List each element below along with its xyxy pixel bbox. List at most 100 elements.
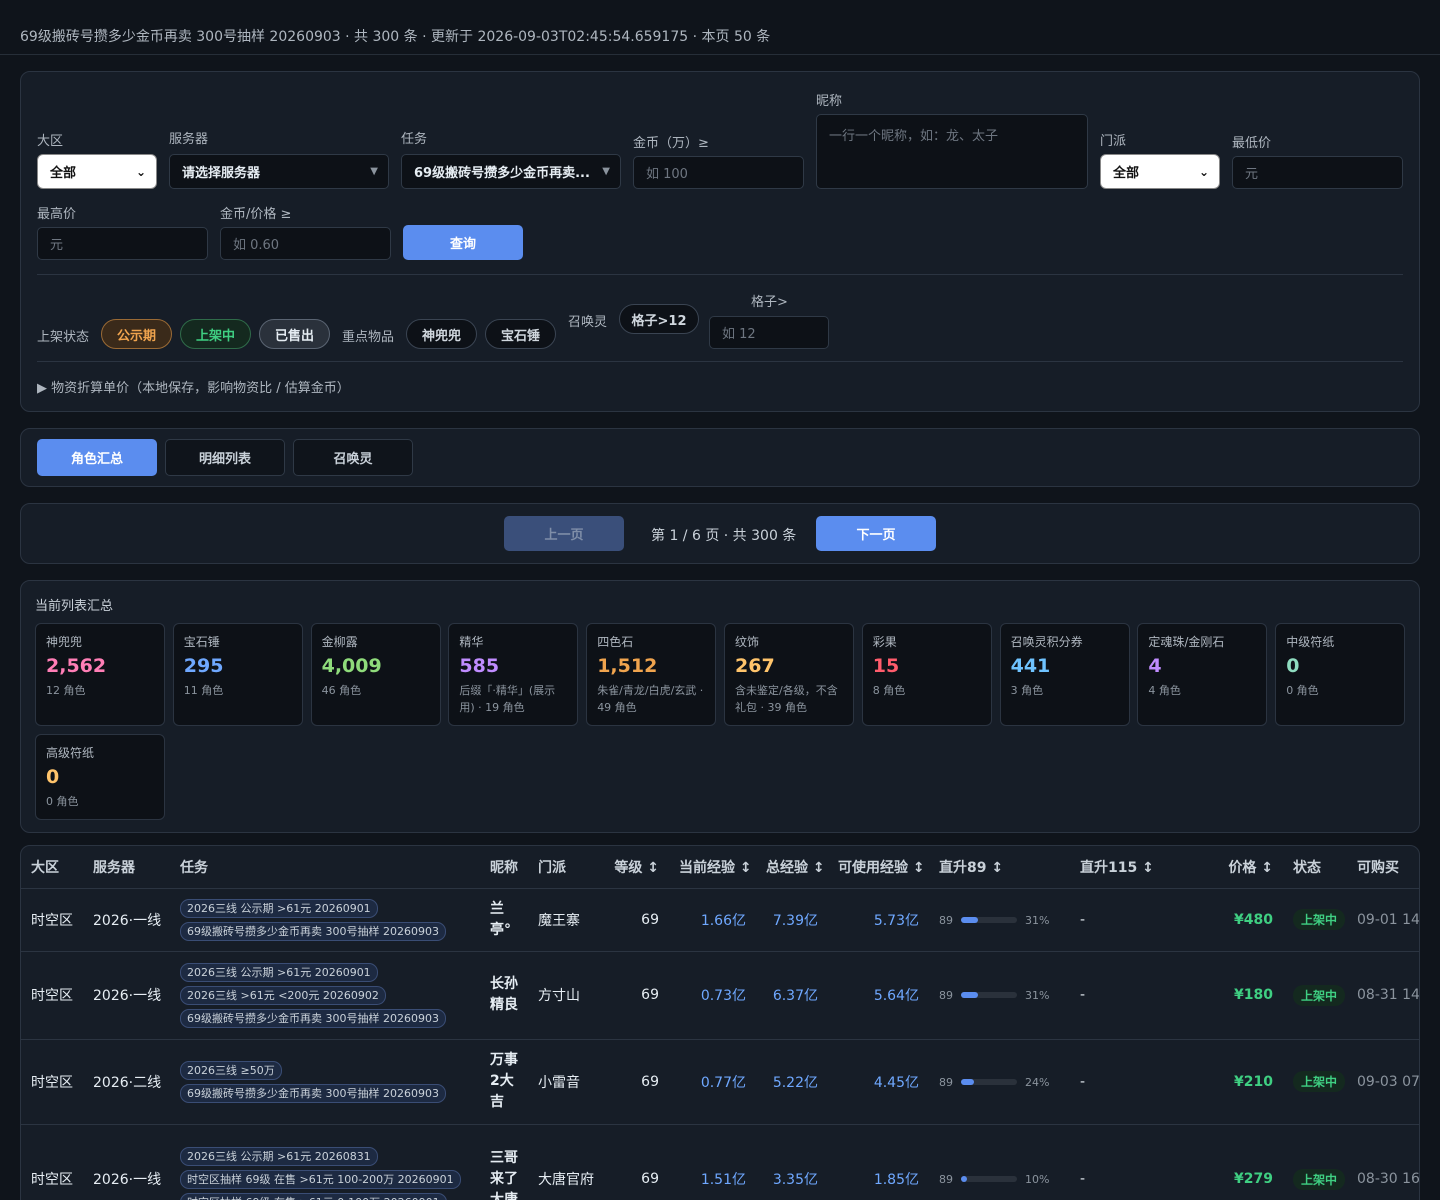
task-tag[interactable]: 2026三线 公示期 >61元 20260831 xyxy=(180,1146,378,1166)
col-cur-exp-sort[interactable]: 当前经验 ↕ xyxy=(669,846,756,889)
cell-level: 69 xyxy=(604,1039,669,1125)
region-select[interactable]: 全部 ⌄ xyxy=(37,154,157,189)
cell-region: 时空区 xyxy=(21,1124,83,1200)
cell-price: ¥210 xyxy=(1210,1039,1283,1125)
task-tag[interactable]: 2026三线 公示期 >61元 20260901 xyxy=(180,898,378,918)
item-chip-baoshichui[interactable]: 宝石锤 xyxy=(485,319,556,349)
stat-name: 宝石锤 xyxy=(183,635,220,649)
cell-school: 大唐官府 xyxy=(528,1124,604,1200)
col-task: 任务 xyxy=(170,846,480,889)
cell-price: ¥279 xyxy=(1210,1124,1283,1200)
gold-input[interactable]: 如 100 xyxy=(633,156,804,189)
summon-grid-chip[interactable]: 格子>12 xyxy=(619,304,699,334)
nick-line: 精良 xyxy=(490,997,518,1013)
status-public-chip[interactable]: 公示期 xyxy=(101,319,172,349)
status-onsale-chip[interactable]: 上架中 xyxy=(180,319,251,349)
task-select[interactable]: 69级搬砖号攒多少金币再卖... ▼ xyxy=(401,154,621,189)
school-select[interactable]: 全部 ⌄ xyxy=(1100,154,1220,189)
min-price-input[interactable]: 元 xyxy=(1232,156,1403,189)
chevron-down-icon: ⌄ xyxy=(1198,164,1209,179)
stat-name: 高级符纸 xyxy=(46,746,95,760)
stat-card: 金柳露 4,009 46 角色 xyxy=(310,623,441,726)
nick-textarea[interactable]: 一行一个昵称，如：龙、太子 xyxy=(816,114,1088,189)
tab-role-summary[interactable]: 角色汇总 xyxy=(37,439,157,476)
server-select[interactable]: 请选择服务器 ▼ xyxy=(169,154,389,189)
cell-up115: - xyxy=(1070,951,1210,1040)
cell-total-exp: 7.39亿 xyxy=(756,888,828,952)
status-badge: 上架中 xyxy=(1293,1168,1346,1190)
stat-name: 召唤灵积分券 xyxy=(1010,635,1083,649)
cell-level: 69 xyxy=(604,951,669,1040)
col-level-sort[interactable]: 等级 ↕ xyxy=(604,846,669,889)
task-tag[interactable]: 2026三线 公示期 >61元 20260901 xyxy=(180,962,378,982)
cell-server: 2026·二线 xyxy=(83,1039,170,1125)
stat-subtext: 11 角色 xyxy=(183,684,224,697)
tab-summon[interactable]: 召唤灵 xyxy=(293,439,413,476)
stat-card: 召唤灵积分券 441 3 角色 xyxy=(999,623,1130,726)
col-up115-sort[interactable]: 直升115 ↕ xyxy=(1070,846,1210,889)
task-tag[interactable]: 时空区抽样 69级 在售 >61元 100-200万 20260901 xyxy=(180,1169,461,1189)
items-label: 重点物品 xyxy=(342,330,395,345)
school-select-value: 全部 xyxy=(1113,166,1140,181)
up89-percent: 31% xyxy=(1025,989,1050,1002)
col-usable-exp-sort[interactable]: 可使用经验 ↕ xyxy=(828,846,929,889)
cell-price: ¥180 xyxy=(1210,951,1283,1040)
divider xyxy=(37,274,1403,275)
nick-textarea-placeholder: 一行一个昵称，如：龙、太子 xyxy=(829,129,999,144)
cell-price: ¥480 xyxy=(1210,888,1283,952)
tab-detail-list[interactable]: 明细列表 xyxy=(165,439,285,476)
max-price-input[interactable]: 元 xyxy=(37,227,208,260)
max-price-label: 最高价 xyxy=(37,207,77,222)
pagination: 上一页 第 1 / 6 页 · 共 300 条 下一页 xyxy=(20,503,1420,564)
col-school: 门派 xyxy=(528,846,604,889)
query-button[interactable]: 查询 xyxy=(403,225,523,260)
table-header-row: 大区 服务器 任务 昵称 门派 等级 ↕ 当前经验 ↕ 总经验 ↕ 可使用经验 … xyxy=(21,846,1419,889)
prev-page-button[interactable]: 上一页 xyxy=(504,516,624,551)
next-page-button[interactable]: 下一页 xyxy=(816,516,936,551)
cell-server: 2026·一线 xyxy=(83,888,170,952)
task-tag[interactable]: 69级搬砖号攒多少金币再卖 300号抽样 20260903 xyxy=(180,1008,446,1028)
task-tag[interactable]: 2026三线 >61元 <200元 20260902 xyxy=(180,985,386,1005)
ratio-input[interactable]: 如 0.60 xyxy=(220,227,391,260)
task-tag[interactable]: 69级搬砖号攒多少金币再卖 300号抽样 20260903 xyxy=(180,921,446,941)
stat-subtext: 含未鉴定/各级，不含礼包 · 39 角色 xyxy=(735,684,838,714)
item-chip-shendoudou[interactable]: 神兜兜 xyxy=(406,319,477,349)
stat-name: 精华 xyxy=(459,635,484,649)
cell-buyable: 09-03 07 xyxy=(1347,1039,1419,1125)
up89-progress-bar xyxy=(961,916,1017,923)
task-select-value: 69级搬砖号攒多少金币再卖... xyxy=(414,166,590,181)
stat-subtext: 4 角色 xyxy=(1148,684,1181,697)
table-row[interactable]: 时空区 2026·一线 2026三线 公示期 >61元 20260831 时空区抽样 … xyxy=(21,1124,1419,1200)
table-row[interactable]: 时空区 2026·一线 2026三线 公示期 >61元 20260901 2026三线… xyxy=(21,951,1419,1040)
status-badge: 上架中 xyxy=(1293,909,1346,930)
stat-card: 中级符纸 0 0 角色 xyxy=(1275,623,1406,726)
up89-progress-fill xyxy=(961,1176,967,1182)
nick-line: 来了 xyxy=(490,1170,518,1187)
status-sold-chip[interactable]: 已售出 xyxy=(259,319,330,349)
up89-percent: 31% xyxy=(1025,913,1050,927)
col-price-sort[interactable]: 价格 ↕ xyxy=(1210,846,1283,889)
grid-input[interactable]: 如 12 xyxy=(709,316,829,349)
table-row[interactable]: 时空区 2026·一线 2026三线 公示期 >61元 20260901 69级搬砖号… xyxy=(21,888,1419,952)
task-tag[interactable]: 时空区抽样 69级 在售 >61元 0-100万 20260901 xyxy=(180,1192,447,1200)
status-badge: 上架中 xyxy=(1293,984,1346,1006)
stat-card: 精华 585 后缀「·精华」(展示用) · 19 角色 xyxy=(448,623,579,726)
col-total-exp-sort[interactable]: 总经验 ↕ xyxy=(756,846,828,889)
stat-card: 定魂珠/金刚石 4 4 角色 xyxy=(1137,623,1268,726)
status-badge: 上架中 xyxy=(1293,1071,1346,1092)
material-price-toggle[interactable]: ▶ 物资折算单价（本地保存，影响物资比 / 估算金币） xyxy=(37,377,350,396)
summary-title: 当前列表汇总 xyxy=(35,599,114,614)
chevron-down-icon: ⌄ xyxy=(135,164,146,179)
table-row[interactable]: 时空区 2026·二线 2026三线 ≥50万 69级搬砖号攒多少金币再卖 300号抽… xyxy=(21,1039,1419,1125)
col-up89-sort[interactable]: 直升89 ↕ xyxy=(929,846,1070,889)
cell-total-exp: 3.35亿 xyxy=(756,1124,828,1200)
up89-progress-bar xyxy=(961,992,1017,998)
min-price-placeholder: 元 xyxy=(1245,167,1259,182)
task-tag[interactable]: 69级搬砖号攒多少金币再卖 300号抽样 20260903 xyxy=(180,1083,446,1103)
col-status: 状态 xyxy=(1283,846,1347,889)
stat-card: 纹饰 267 含未鉴定/各级，不含礼包 · 39 角色 xyxy=(724,623,854,726)
results-table-panel: 大区 服务器 任务 昵称 门派 等级 ↕ 当前经验 ↕ 总经验 ↕ 可使用经验 … xyxy=(20,845,1420,1200)
cell-level: 69 xyxy=(604,1124,669,1200)
cell-tasks: 2026三线 ≥50万 69级搬砖号攒多少金币再卖 300号抽样 20260903 xyxy=(170,1039,480,1125)
task-tag[interactable]: 2026三线 ≥50万 xyxy=(180,1060,282,1080)
